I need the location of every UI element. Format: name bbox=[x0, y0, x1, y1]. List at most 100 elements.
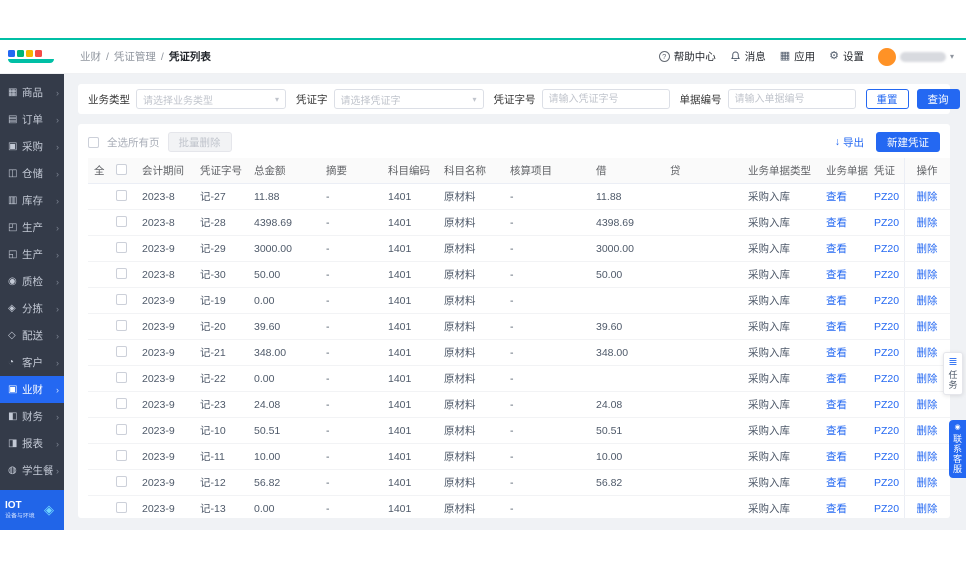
delete-link[interactable]: 删除 bbox=[917, 477, 938, 489]
delete-link[interactable]: 删除 bbox=[917, 269, 938, 281]
delete-link[interactable]: 删除 bbox=[917, 399, 938, 411]
view-document-link[interactable]: 查看 bbox=[826, 399, 847, 411]
logo-swoosh bbox=[8, 59, 54, 63]
view-document-link[interactable]: 查看 bbox=[826, 425, 847, 437]
row-checkbox[interactable] bbox=[116, 397, 127, 409]
cell-no: 记-11 bbox=[194, 443, 248, 470]
sidebar-item-9[interactable]: ◇ 配送 › bbox=[0, 322, 64, 349]
view-document-link[interactable]: 查看 bbox=[826, 373, 847, 385]
col-header-9: 业务单据类型 bbox=[742, 158, 820, 184]
row-checkbox[interactable] bbox=[116, 189, 127, 201]
voucher-link[interactable]: PZ20 bbox=[874, 243, 899, 255]
sidebar-item-1[interactable]: ▤ 订单 › bbox=[0, 106, 64, 133]
row-checkbox[interactable] bbox=[116, 345, 127, 357]
search-button[interactable]: 查询 bbox=[916, 89, 960, 109]
view-document-link[interactable]: 查看 bbox=[826, 451, 847, 463]
sidebar-item-3[interactable]: ◫ 仓储 › bbox=[0, 160, 64, 187]
col-header-10: 业务单据 bbox=[820, 158, 868, 184]
contact-support-label: 联系客服 bbox=[952, 434, 962, 474]
voucher-link[interactable]: PZ20 bbox=[874, 269, 899, 281]
delete-link[interactable]: 删除 bbox=[917, 191, 938, 203]
row-checkbox[interactable] bbox=[116, 475, 127, 487]
breadcrumb-item[interactable]: 凭证管理 bbox=[114, 49, 156, 64]
delete-link[interactable]: 删除 bbox=[917, 451, 938, 463]
delete-link[interactable]: 删除 bbox=[917, 243, 938, 255]
row-checkbox[interactable] bbox=[116, 449, 127, 461]
view-document-link[interactable]: 查看 bbox=[826, 477, 847, 489]
reset-button[interactable]: 重置 bbox=[865, 89, 909, 109]
delete-link[interactable]: 删除 bbox=[917, 425, 938, 437]
voucher-link[interactable]: PZ20 bbox=[874, 503, 899, 515]
row-checkbox[interactable] bbox=[116, 215, 127, 227]
sidebar-item-5[interactable]: ◰ 生产 › bbox=[0, 214, 64, 241]
select-all-checkbox[interactable] bbox=[116, 163, 127, 175]
select-all-pages-checkbox[interactable] bbox=[88, 136, 99, 148]
row-checkbox[interactable] bbox=[116, 501, 127, 513]
voucher-link[interactable]: PZ20 bbox=[874, 373, 899, 385]
row-checkbox[interactable] bbox=[116, 319, 127, 331]
sidebar-item-7[interactable]: ◉ 质检 › bbox=[0, 268, 64, 295]
delete-link[interactable]: 删除 bbox=[917, 321, 938, 333]
voucher-link[interactable]: PZ20 bbox=[874, 399, 899, 411]
voucher-link[interactable]: PZ20 bbox=[874, 425, 899, 437]
view-document-link[interactable]: 查看 bbox=[826, 243, 847, 255]
sidebar-item-4[interactable]: ▥ 库存 › bbox=[0, 187, 64, 214]
cell-period: 2023-9 bbox=[136, 417, 194, 444]
view-document-link[interactable]: 查看 bbox=[826, 295, 847, 307]
row-checkbox[interactable] bbox=[116, 423, 127, 435]
task-float-button[interactable]: ≣ 任务 bbox=[943, 352, 963, 395]
voucher-link[interactable]: PZ20 bbox=[874, 217, 899, 229]
view-document-link[interactable]: 查看 bbox=[826, 269, 847, 281]
sidebar-item-0[interactable]: ▦ 商品 › bbox=[0, 79, 64, 106]
row-checkbox[interactable] bbox=[116, 241, 127, 253]
cell-no: 记-10 bbox=[194, 417, 248, 444]
row-checkbox[interactable] bbox=[116, 371, 127, 383]
voucher-no-input[interactable] bbox=[541, 89, 670, 109]
batch-delete-button[interactable]: 批量删除 bbox=[167, 132, 232, 152]
export-button[interactable]: ↓ 导出 bbox=[835, 135, 864, 150]
sidebar-item-13[interactable]: ◨ 报表 › bbox=[0, 430, 64, 457]
iot-brand-block: IOT 设备与环境 ◈ bbox=[0, 490, 64, 530]
voucher-link[interactable]: PZ20 bbox=[874, 347, 899, 359]
voucher-link[interactable]: PZ20 bbox=[874, 191, 899, 203]
row-checkbox[interactable] bbox=[116, 267, 127, 279]
voucher-link[interactable]: PZ20 bbox=[874, 451, 899, 463]
voucher-link[interactable]: PZ20 bbox=[874, 321, 899, 333]
apps-button[interactable]: ▦ 应用 bbox=[780, 49, 815, 64]
doc-no-input[interactable] bbox=[727, 89, 856, 109]
cell-debit: 3000.00 bbox=[590, 235, 664, 262]
help-center-button[interactable]: ? 帮助中心 bbox=[658, 49, 716, 64]
sidebar-item-10[interactable]: ◔ 客户 › bbox=[0, 349, 64, 376]
voucher-word-select[interactable]: 请选择凭证字 ▾ bbox=[333, 89, 484, 109]
user-menu[interactable]: ▾ bbox=[877, 47, 954, 66]
voucher-link[interactable]: PZ20 bbox=[874, 477, 899, 489]
view-document-link[interactable]: 查看 bbox=[826, 347, 847, 359]
cell-summary: - bbox=[320, 417, 382, 444]
delete-link[interactable]: 删除 bbox=[917, 347, 938, 359]
breadcrumb-item[interactable]: 业财 bbox=[80, 49, 101, 64]
sidebar-item-label: 商品 bbox=[22, 87, 43, 99]
new-voucher-button[interactable]: 新建凭证 bbox=[876, 132, 940, 152]
sidebar-item-11[interactable]: ▣ 业财 › bbox=[0, 376, 64, 403]
messages-button[interactable]: 消息 bbox=[730, 49, 766, 64]
row-checkbox[interactable] bbox=[116, 293, 127, 305]
delete-link[interactable]: 删除 bbox=[917, 503, 938, 515]
orders-icon: ▤ bbox=[8, 113, 18, 125]
delete-link[interactable]: 删除 bbox=[917, 373, 938, 385]
sidebar-item-2[interactable]: ▣ 采购 › bbox=[0, 133, 64, 160]
settings-button[interactable]: ⚙ 设置 bbox=[829, 49, 864, 64]
sidebar-item-12[interactable]: ◧ 财务 › bbox=[0, 403, 64, 430]
view-document-link[interactable]: 查看 bbox=[826, 217, 847, 229]
view-document-link[interactable]: 查看 bbox=[826, 503, 847, 515]
sidebar-item-6[interactable]: ◱ 生产 › bbox=[0, 241, 64, 268]
view-document-link[interactable]: 查看 bbox=[826, 191, 847, 203]
cell-name: 原材料 bbox=[438, 339, 504, 366]
delete-link[interactable]: 删除 bbox=[917, 217, 938, 229]
contact-support-button[interactable]: ◉ 联系客服 bbox=[949, 420, 966, 478]
view-document-link[interactable]: 查看 bbox=[826, 321, 847, 333]
business-type-select[interactable]: 请选择业务类型 ▾ bbox=[136, 89, 286, 109]
sidebar-item-8[interactable]: ◈ 分拣 › bbox=[0, 295, 64, 322]
delete-link[interactable]: 删除 bbox=[917, 295, 938, 307]
sidebar-item-14[interactable]: ◍ 学生餐 › bbox=[0, 457, 64, 484]
voucher-link[interactable]: PZ20 bbox=[874, 295, 899, 307]
